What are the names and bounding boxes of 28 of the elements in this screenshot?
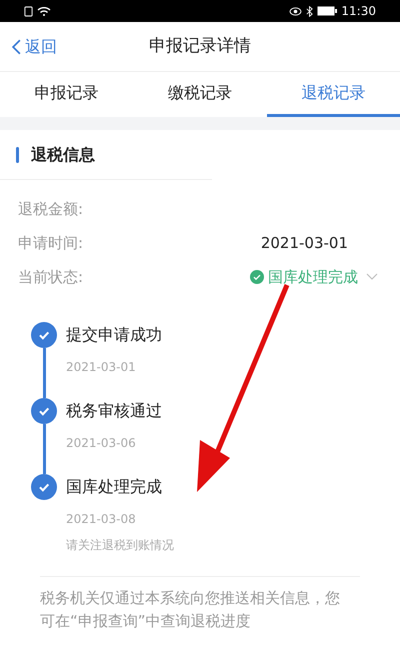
tab[interactable]: 申报记录 <box>0 72 134 117</box>
tab[interactable]: 缴税记录 <box>133 72 267 117</box>
field-label: 当前状态: <box>18 266 84 288</box>
field-label: 退税金额: <box>18 198 84 220</box>
page-title: 申报记录详情 <box>149 34 251 58</box>
wifi-icon <box>37 6 51 16</box>
step-note: 请关注退税到账情况 <box>66 537 174 554</box>
back-button[interactable]: 返回 <box>0 34 57 58</box>
footer-note: 税务机关仅通过本系统向您推送相关信息，您可在“申报查询”中查询退税进度 <box>40 588 341 632</box>
sim-icon <box>24 6 33 16</box>
field-value: 2021-03-01 <box>260 232 349 254</box>
field-label: 申请时间: <box>18 232 84 254</box>
step-title: 提交申请成功 <box>66 324 162 346</box>
chevron-down-icon <box>366 273 378 281</box>
battery-icon <box>317 6 338 16</box>
eye-icon <box>289 6 302 16</box>
section-title: 退税信息 <box>31 144 95 166</box>
step-date: 2021-03-01 <box>66 359 137 376</box>
step-title: 国库处理完成 <box>66 476 163 498</box>
chevron-left-icon <box>12 38 21 54</box>
status-value: 国库处理完成 <box>250 266 382 288</box>
bluetooth-icon <box>306 6 314 16</box>
step-date: 2021-03-08 <box>66 511 137 528</box>
step-title: 税务审核通过 <box>66 400 162 422</box>
clock: 11:30 <box>341 3 376 20</box>
check-circle-icon <box>250 270 264 284</box>
section-marker <box>16 146 19 162</box>
step-date: 2021-03-06 <box>66 435 137 452</box>
